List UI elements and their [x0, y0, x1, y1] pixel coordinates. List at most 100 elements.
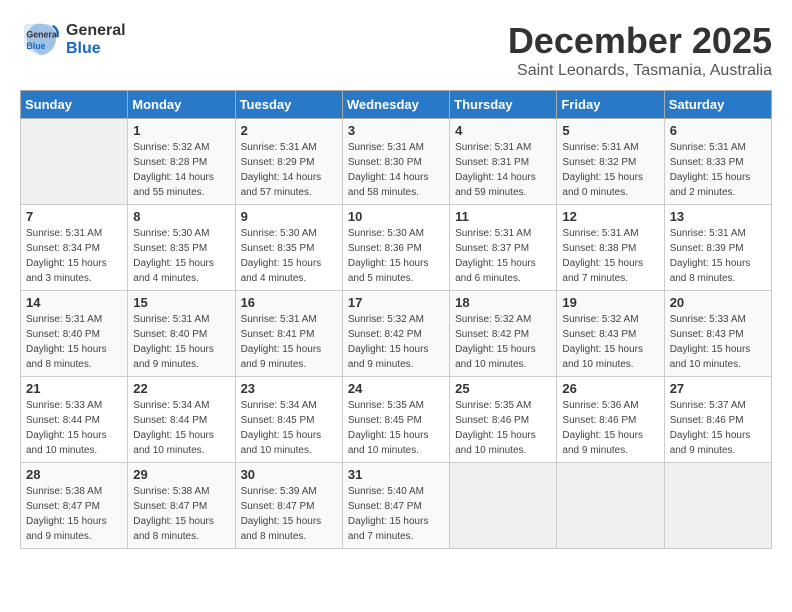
day-number: 16	[241, 295, 337, 310]
calendar-day-cell: 26 Sunrise: 5:36 AM Sunset: 8:46 PM Dayli…	[557, 377, 664, 463]
day-number: 12	[562, 209, 658, 224]
day-number: 7	[26, 209, 122, 224]
day-info: Sunrise: 5:35 AM Sunset: 8:46 PM Dayligh…	[455, 398, 551, 458]
svg-text:General: General	[26, 30, 59, 40]
day-number: 30	[241, 467, 337, 482]
day-number: 29	[133, 467, 229, 482]
day-info: Sunrise: 5:33 AM Sunset: 8:44 PM Dayligh…	[26, 398, 122, 458]
day-info: Sunrise: 5:32 AM Sunset: 8:28 PM Dayligh…	[133, 140, 229, 200]
calendar-day-cell: 30 Sunrise: 5:39 AM Sunset: 8:47 PM Dayli…	[235, 463, 342, 549]
header: General Blue General Blue December 2025 …	[20, 20, 772, 80]
day-number: 2	[241, 123, 337, 138]
calendar-day-cell: 28Sunrise: 5:38 AM Sunset: 8:47 PM Dayli…	[21, 463, 128, 549]
calendar-day-cell: 14 Sunrise: 5:31 AM Sunset: 8:40 PM Dayli…	[21, 291, 128, 377]
day-number: 15	[133, 295, 229, 310]
calendar-day-cell: 6 Sunrise: 5:31 AM Sunset: 8:33 PM Daylig…	[664, 119, 771, 205]
day-info: Sunrise: 5:31 AM Sunset: 8:34 PM Dayligh…	[26, 226, 122, 286]
calendar-day-cell: 23 Sunrise: 5:34 AM Sunset: 8:45 PM Dayli…	[235, 377, 342, 463]
calendar-day-cell	[557, 463, 664, 549]
weekday-header-cell: Sunday	[21, 91, 128, 119]
day-number: 11	[455, 209, 551, 224]
day-info: Sunrise: 5:31 AM Sunset: 8:38 PM Dayligh…	[562, 226, 658, 286]
day-info: Sunrise: 5:32 AM Sunset: 8:43 PM Dayligh…	[562, 312, 658, 372]
day-info: Sunrise: 5:32 AM Sunset: 8:42 PM Dayligh…	[348, 312, 444, 372]
weekday-header-cell: Friday	[557, 91, 664, 119]
calendar-body: 1 Sunrise: 5:32 AM Sunset: 8:28 PM Daylig…	[21, 119, 772, 549]
day-number: 22	[133, 381, 229, 396]
day-number: 9	[241, 209, 337, 224]
calendar-day-cell: 10 Sunrise: 5:30 AM Sunset: 8:36 PM Dayli…	[342, 205, 449, 291]
calendar-day-cell: 9Sunrise: 5:30 AM Sunset: 8:35 PM Daylig…	[235, 205, 342, 291]
calendar-day-cell: 20Sunrise: 5:33 AM Sunset: 8:43 PM Dayli…	[664, 291, 771, 377]
day-info: Sunrise: 5:31 AM Sunset: 8:40 PM Dayligh…	[133, 312, 229, 372]
day-number: 20	[670, 295, 766, 310]
day-info: Sunrise: 5:34 AM Sunset: 8:45 PM Dayligh…	[241, 398, 337, 458]
day-info: Sunrise: 5:40 AM Sunset: 8:47 PM Dayligh…	[348, 484, 444, 544]
day-number: 8	[133, 209, 229, 224]
calendar-day-cell: 2 Sunrise: 5:31 AM Sunset: 8:29 PM Daylig…	[235, 119, 342, 205]
day-info: Sunrise: 5:38 AM Sunset: 8:47 PM Dayligh…	[133, 484, 229, 544]
title-section: December 2025 Saint Leonards, Tasmania, …	[508, 20, 772, 80]
day-number: 14	[26, 295, 122, 310]
day-info: Sunrise: 5:36 AM Sunset: 8:46 PM Dayligh…	[562, 398, 658, 458]
calendar-day-cell: 12 Sunrise: 5:31 AM Sunset: 8:38 PM Dayli…	[557, 205, 664, 291]
weekday-header-cell: Saturday	[664, 91, 771, 119]
calendar-day-cell: 18Sunrise: 5:32 AM Sunset: 8:42 PM Dayli…	[450, 291, 557, 377]
day-number: 17	[348, 295, 444, 310]
day-info: Sunrise: 5:35 AM Sunset: 8:45 PM Dayligh…	[348, 398, 444, 458]
calendar-day-cell: 19 Sunrise: 5:32 AM Sunset: 8:43 PM Dayli…	[557, 291, 664, 377]
day-number: 19	[562, 295, 658, 310]
calendar-day-cell: 31 Sunrise: 5:40 AM Sunset: 8:47 PM Dayli…	[342, 463, 449, 549]
calendar-title: December 2025	[508, 20, 772, 62]
day-info: Sunrise: 5:31 AM Sunset: 8:41 PM Dayligh…	[241, 312, 337, 372]
calendar-day-cell	[664, 463, 771, 549]
day-number: 24	[348, 381, 444, 396]
day-number: 3	[348, 123, 444, 138]
day-number: 21	[26, 381, 122, 396]
calendar-day-cell: 24 Sunrise: 5:35 AM Sunset: 8:45 PM Dayli…	[342, 377, 449, 463]
calendar-day-cell: 17 Sunrise: 5:32 AM Sunset: 8:42 PM Dayli…	[342, 291, 449, 377]
calendar-week-row: 1 Sunrise: 5:32 AM Sunset: 8:28 PM Daylig…	[21, 119, 772, 205]
calendar-day-cell: 11Sunrise: 5:31 AM Sunset: 8:37 PM Dayli…	[450, 205, 557, 291]
day-number: 18	[455, 295, 551, 310]
day-info: Sunrise: 5:39 AM Sunset: 8:47 PM Dayligh…	[241, 484, 337, 544]
day-info: Sunrise: 5:31 AM Sunset: 8:39 PM Dayligh…	[670, 226, 766, 286]
day-number: 23	[241, 381, 337, 396]
day-info: Sunrise: 5:30 AM Sunset: 8:36 PM Dayligh…	[348, 226, 444, 286]
day-info: Sunrise: 5:31 AM Sunset: 8:32 PM Dayligh…	[562, 140, 658, 200]
day-number: 28	[26, 467, 122, 482]
day-number: 4	[455, 123, 551, 138]
day-number: 1	[133, 123, 229, 138]
calendar-day-cell: 3 Sunrise: 5:31 AM Sunset: 8:30 PM Daylig…	[342, 119, 449, 205]
day-number: 31	[348, 467, 444, 482]
day-number: 13	[670, 209, 766, 224]
calendar-day-cell: 25 Sunrise: 5:35 AM Sunset: 8:46 PM Dayli…	[450, 377, 557, 463]
day-info: Sunrise: 5:34 AM Sunset: 8:44 PM Dayligh…	[133, 398, 229, 458]
calendar-day-cell: 22 Sunrise: 5:34 AM Sunset: 8:44 PM Dayli…	[128, 377, 235, 463]
calendar-day-cell: 8Sunrise: 5:30 AM Sunset: 8:35 PM Daylig…	[128, 205, 235, 291]
day-info: Sunrise: 5:31 AM Sunset: 8:40 PM Dayligh…	[26, 312, 122, 372]
calendar-day-cell: 13 Sunrise: 5:31 AM Sunset: 8:39 PM Dayli…	[664, 205, 771, 291]
calendar-table: SundayMondayTuesdayWednesdayThursdayFrid…	[20, 90, 772, 549]
day-info: Sunrise: 5:31 AM Sunset: 8:33 PM Dayligh…	[670, 140, 766, 200]
calendar-week-row: 14 Sunrise: 5:31 AM Sunset: 8:40 PM Dayli…	[21, 291, 772, 377]
day-number: 26	[562, 381, 658, 396]
day-number: 10	[348, 209, 444, 224]
calendar-week-row: 7 Sunrise: 5:31 AM Sunset: 8:34 PM Daylig…	[21, 205, 772, 291]
weekday-header-row: SundayMondayTuesdayWednesdayThursdayFrid…	[21, 91, 772, 119]
day-info: Sunrise: 5:31 AM Sunset: 8:30 PM Dayligh…	[348, 140, 444, 200]
day-number: 6	[670, 123, 766, 138]
calendar-week-row: 28 Sunrise: 5:38 AM Sunset: 8:47 PM Dayli…	[21, 463, 772, 549]
calendar-day-cell: 7 Sunrise: 5:31 AM Sunset: 8:34 PM Daylig…	[21, 205, 128, 291]
day-number: 25	[455, 381, 551, 396]
calendar-day-cell	[450, 463, 557, 549]
day-info: Sunrise: 5:31 AM Sunset: 8:29 PM Dayligh…	[241, 140, 337, 200]
day-info: Sunrise: 5:31 AM Sunset: 8:31 PM Dayligh…	[455, 140, 551, 200]
day-number: 27	[670, 381, 766, 396]
weekday-header-cell: Wednesday	[342, 91, 449, 119]
calendar-day-cell: 29 Sunrise: 5:38 AM Sunset: 8:47 PM Dayli…	[128, 463, 235, 549]
calendar-day-cell: 4 Sunrise: 5:31 AM Sunset: 8:31 PM Daylig…	[450, 119, 557, 205]
logo-text: General Blue	[66, 22, 126, 58]
calendar-day-cell	[21, 119, 128, 205]
day-info: Sunrise: 5:37 AM Sunset: 8:46 PM Dayligh…	[670, 398, 766, 458]
